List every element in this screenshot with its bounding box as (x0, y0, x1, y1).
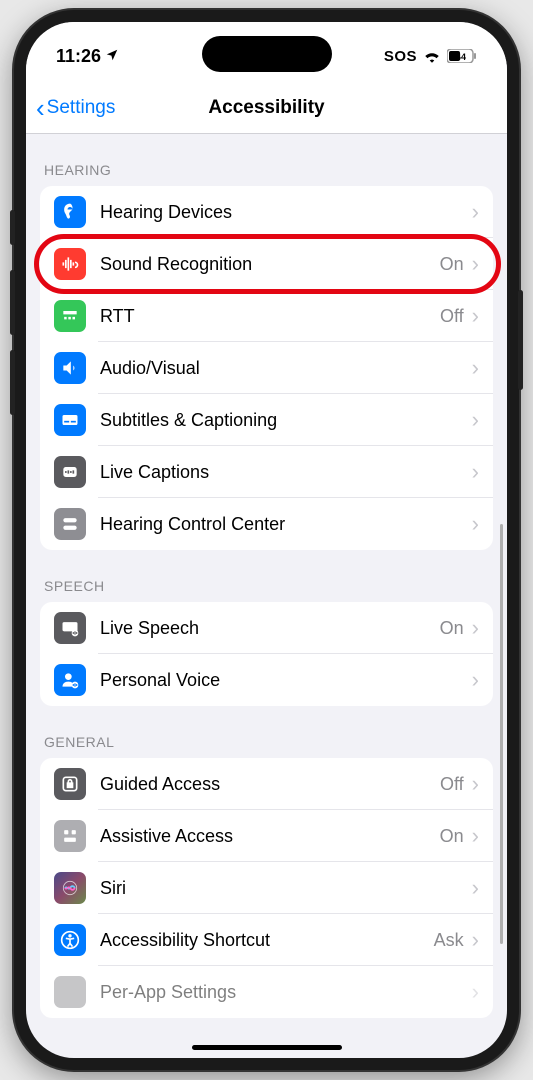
row-detail: Off (440, 306, 464, 327)
captions-icon (54, 404, 86, 436)
row-hearing-devices[interactable]: Hearing Devices › (40, 186, 493, 238)
row-label: Subtitles & Captioning (100, 410, 472, 431)
sound-wave-icon (54, 248, 86, 280)
chevron-right-icon: › (472, 355, 479, 381)
live-captions-icon (54, 456, 86, 488)
row-label: Assistive Access (100, 826, 440, 847)
speaker-icon (54, 352, 86, 384)
row-label: Live Captions (100, 462, 472, 483)
row-detail: Off (440, 774, 464, 795)
back-button[interactable]: ‹ Settings (32, 91, 119, 125)
row-label: Sound Recognition (100, 254, 440, 275)
chevron-right-icon: › (472, 667, 479, 693)
row-label: Hearing Devices (100, 202, 472, 223)
page-title: Accessibility (208, 97, 324, 119)
keyboard-speech-icon (54, 612, 86, 644)
row-accessibility-shortcut[interactable]: Accessibility Shortcut Ask › (40, 914, 493, 966)
section-header-speech: SPEECH (26, 550, 507, 602)
row-detail: On (440, 254, 464, 275)
row-label: Siri (100, 878, 472, 899)
chevron-right-icon: › (472, 511, 479, 537)
grid-icon (54, 820, 86, 852)
chevron-right-icon: › (472, 615, 479, 641)
scroll-indicator[interactable] (500, 524, 503, 944)
row-rtt[interactable]: RTT Off › (40, 290, 493, 342)
section-header-hearing: HEARING (26, 134, 507, 186)
row-label: Accessibility Shortcut (100, 930, 434, 951)
row-label: Per-App Settings (100, 982, 472, 1003)
chevron-right-icon: › (472, 199, 479, 225)
row-audio-visual[interactable]: Audio/Visual › (40, 342, 493, 394)
row-label: Hearing Control Center (100, 514, 472, 535)
wifi-icon (423, 49, 441, 63)
siri-icon (54, 872, 86, 904)
lock-frame-icon (54, 768, 86, 800)
nav-header: ‹ Settings Accessibility (26, 82, 507, 134)
row-assistive-access[interactable]: Assistive Access On › (40, 810, 493, 862)
row-label: Personal Voice (100, 670, 472, 691)
row-hearing-control-center[interactable]: Hearing Control Center › (40, 498, 493, 550)
chevron-right-icon: › (472, 875, 479, 901)
row-guided-access[interactable]: Guided Access Off › (40, 758, 493, 810)
location-icon (105, 48, 119, 65)
sos-indicator: SOS (384, 48, 417, 65)
row-label: Audio/Visual (100, 358, 472, 379)
app-grid-icon (54, 976, 86, 1008)
row-siri[interactable]: Siri › (40, 862, 493, 914)
dynamic-island (202, 36, 332, 72)
row-detail: Ask (434, 930, 464, 951)
content-area[interactable]: HEARING Hearing Devices › Sound Recognit… (26, 134, 507, 1058)
row-label: RTT (100, 306, 440, 327)
row-label: Guided Access (100, 774, 440, 795)
section-header-general: GENERAL (26, 706, 507, 758)
list-group-general: Guided Access Off › Assistive Access On … (40, 758, 493, 1018)
row-sound-recognition[interactable]: Sound Recognition On › (40, 238, 493, 290)
chevron-right-icon: › (472, 303, 479, 329)
chevron-left-icon: ‹ (36, 95, 45, 121)
back-label: Settings (47, 97, 116, 119)
sliders-icon (54, 508, 86, 540)
row-per-app-settings[interactable]: Per-App Settings › (40, 966, 493, 1018)
row-label: Live Speech (100, 618, 440, 639)
row-live-captions[interactable]: Live Captions › (40, 446, 493, 498)
person-voice-icon (54, 664, 86, 696)
svg-text:44: 44 (456, 52, 466, 62)
list-group-speech: Live Speech On › Personal Voice › (40, 602, 493, 706)
list-group-hearing: Hearing Devices › Sound Recognition On ›… (40, 186, 493, 550)
row-detail: On (440, 826, 464, 847)
chevron-right-icon: › (472, 771, 479, 797)
screen: 11:26 SOS 44 ‹ Settings Accessibility (26, 22, 507, 1058)
chevron-right-icon: › (472, 823, 479, 849)
phone-frame: 11:26 SOS 44 ‹ Settings Accessibility (14, 10, 519, 1070)
tty-icon (54, 300, 86, 332)
chevron-right-icon: › (472, 459, 479, 485)
chevron-right-icon: › (472, 407, 479, 433)
row-subtitles[interactable]: Subtitles & Captioning › (40, 394, 493, 446)
row-live-speech[interactable]: Live Speech On › (40, 602, 493, 654)
row-personal-voice[interactable]: Personal Voice › (40, 654, 493, 706)
accessibility-icon (54, 924, 86, 956)
battery-icon: 44 (447, 49, 477, 63)
chevron-right-icon: › (472, 927, 479, 953)
status-time: 11:26 (56, 46, 101, 67)
ear-icon (54, 196, 86, 228)
row-detail: On (440, 618, 464, 639)
chevron-right-icon: › (472, 979, 479, 1005)
home-indicator[interactable] (192, 1045, 342, 1050)
chevron-right-icon: › (472, 251, 479, 277)
